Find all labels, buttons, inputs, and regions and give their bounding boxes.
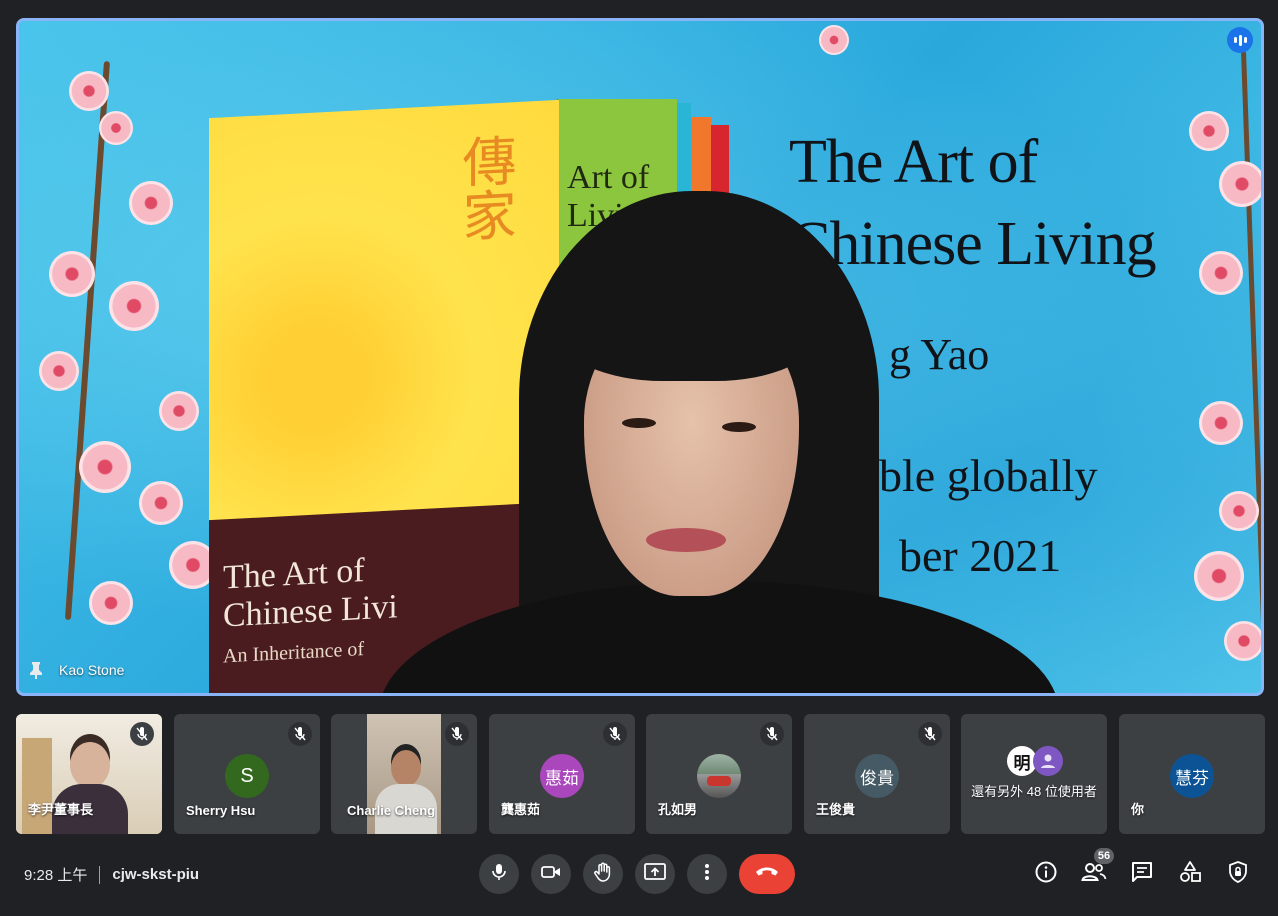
avatar: S bbox=[225, 754, 269, 798]
camera-icon bbox=[540, 862, 562, 887]
speaker-fringe bbox=[559, 261, 819, 381]
participant-tile[interactable]: 孔如男 bbox=[646, 714, 792, 834]
blossom bbox=[109, 281, 159, 331]
book-front-title: The Art of Chinese Livi bbox=[223, 552, 398, 635]
participant-name: Sherry Hsu bbox=[186, 803, 256, 818]
participant-name: 孔如男 bbox=[658, 802, 698, 817]
muted-mic-icon bbox=[760, 722, 784, 746]
participant-tile[interactable]: Charlie Cheng bbox=[331, 714, 477, 834]
book-front-cover: 傳家 The Art of Chinese Livi An Inheritanc… bbox=[209, 99, 559, 693]
muted-mic-icon bbox=[918, 722, 942, 746]
blossom bbox=[39, 351, 79, 391]
divider bbox=[99, 865, 101, 884]
meeting-details: 9:28 上午 cjw-skst-piu bbox=[24, 864, 199, 885]
speaker-eye bbox=[722, 422, 756, 432]
speaker-name-label: Kao Stone bbox=[27, 661, 124, 679]
blossom bbox=[1189, 111, 1229, 151]
speaker-eye bbox=[622, 418, 656, 428]
speaking-indicator-icon bbox=[1227, 27, 1253, 53]
blossom bbox=[1199, 251, 1243, 295]
people-button[interactable] bbox=[1080, 860, 1108, 888]
other-participants-label: 還有另外 48 位使用者 bbox=[971, 784, 1097, 799]
mic-button[interactable] bbox=[479, 854, 519, 894]
people-icon bbox=[1081, 861, 1107, 888]
blossom bbox=[129, 181, 173, 225]
participant-name: Charlie Cheng bbox=[347, 803, 436, 818]
poster-availability: ble globally bbox=[879, 450, 1098, 501]
avatar-photo bbox=[697, 754, 741, 798]
blossom bbox=[1194, 551, 1244, 601]
other-participants-tile[interactable]: 明 還有另外 48 位使用者 bbox=[961, 714, 1107, 834]
blossom bbox=[159, 391, 199, 431]
mic-icon bbox=[489, 862, 509, 887]
chat-icon bbox=[1130, 860, 1154, 889]
muted-mic-icon bbox=[603, 722, 627, 746]
video-furniture bbox=[22, 738, 52, 834]
info-icon bbox=[1034, 860, 1058, 889]
end-call-icon bbox=[754, 865, 780, 884]
self-tile[interactable]: 慧芬 你 bbox=[1119, 714, 1265, 834]
blossom bbox=[99, 111, 133, 145]
muted-mic-icon bbox=[288, 722, 312, 746]
blossom bbox=[1224, 621, 1261, 661]
participant-count-badge: 56 bbox=[1094, 848, 1114, 864]
blossom bbox=[79, 441, 131, 493]
muted-mic-icon bbox=[445, 722, 469, 746]
camera-button[interactable] bbox=[531, 854, 571, 894]
participant-name: 你 bbox=[1131, 802, 1145, 817]
activities-icon bbox=[1178, 860, 1202, 889]
book-front-subtitle: An Inheritance of bbox=[223, 638, 365, 668]
raise-hand-button[interactable] bbox=[583, 854, 623, 894]
participant-tile[interactable]: S Sherry Hsu bbox=[174, 714, 320, 834]
blossom bbox=[139, 481, 183, 525]
more-options-button[interactable] bbox=[687, 854, 727, 894]
more-options-icon bbox=[704, 862, 710, 887]
participant-tile[interactable]: 俊貴 王俊貴 bbox=[804, 714, 950, 834]
end-call-button[interactable] bbox=[739, 854, 795, 894]
host-controls-icon bbox=[1226, 860, 1250, 889]
avatar: 惠茹 bbox=[540, 754, 584, 798]
blossom bbox=[1219, 491, 1259, 531]
present-icon bbox=[643, 862, 667, 887]
blossom bbox=[69, 71, 109, 111]
participant-name: 王俊貴 bbox=[816, 802, 856, 817]
meeting-time: 9:28 上午 bbox=[24, 867, 88, 884]
chat-button[interactable] bbox=[1128, 860, 1156, 888]
participant-tile[interactable]: 惠茹 龔惠茹 bbox=[489, 714, 635, 834]
pin-icon[interactable] bbox=[27, 661, 45, 679]
photo-car bbox=[707, 776, 731, 786]
blossom bbox=[89, 581, 133, 625]
poster-date: ber 2021 bbox=[899, 530, 1062, 581]
avatar: 慧芬 bbox=[1170, 754, 1214, 798]
poster-title: The Art of Chinese Living bbox=[789, 128, 1157, 278]
present-screen-button[interactable] bbox=[635, 854, 675, 894]
meeting-info-button[interactable] bbox=[1032, 860, 1060, 888]
participant-head bbox=[391, 750, 421, 786]
activities-button[interactable] bbox=[1176, 860, 1204, 888]
participant-tile[interactable]: 李尹董事長 bbox=[16, 714, 162, 834]
blossom bbox=[819, 25, 849, 55]
book-hanzi: 傳家 bbox=[453, 132, 516, 244]
participant-name: 李尹董事長 bbox=[28, 802, 94, 817]
speaker-lips bbox=[646, 528, 726, 552]
blossom bbox=[49, 251, 95, 297]
blossom bbox=[1219, 161, 1261, 207]
blossom bbox=[1199, 401, 1243, 445]
poster-author: g Yao bbox=[889, 330, 990, 379]
participant-head bbox=[70, 742, 110, 788]
participant-name: 龔惠茹 bbox=[501, 802, 541, 817]
raise-hand-icon bbox=[592, 861, 614, 888]
meeting-code: cjw-skst-piu bbox=[112, 866, 200, 883]
muted-mic-icon bbox=[130, 722, 154, 746]
person-avatar-icon bbox=[1033, 746, 1063, 776]
main-speaker-tile[interactable]: Art of Livin 傳家 The Art of Chinese Livi … bbox=[16, 18, 1264, 696]
speaker-name: Kao Stone bbox=[59, 662, 125, 678]
host-controls-button[interactable] bbox=[1224, 860, 1252, 888]
avatar: 俊貴 bbox=[855, 754, 899, 798]
